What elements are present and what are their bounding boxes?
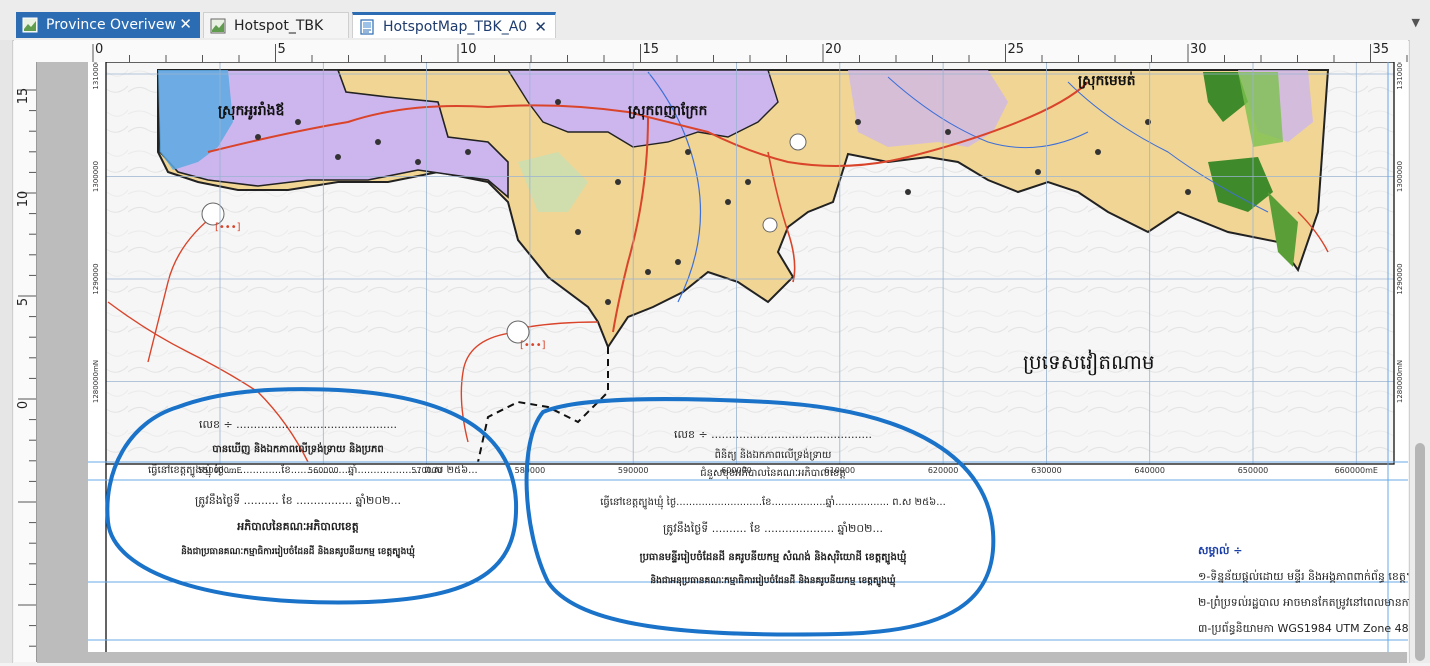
grid-y-label: 1280000mN — [92, 360, 100, 403]
grid-y-label: 1300000 — [1396, 161, 1404, 192]
map-icon — [22, 17, 38, 33]
legend-note-1: ១-ទិន្នន័យផ្តល់ដោយ មន្ទីរ និងអង្គភាពពាក់… — [1198, 570, 1414, 583]
country-label: ប្រទេសវៀតណាម — [1023, 349, 1155, 376]
signature-block-left: លេខ ÷ ..................................… — [148, 418, 478, 559]
place-label: ស្រុកពញាក្រែក — [628, 101, 708, 120]
number-line: លេខ ÷ ..................................… — [674, 428, 872, 441]
ruler-label: 5 — [278, 42, 286, 57]
ellipsis-mark: [•••] — [215, 222, 241, 233]
ruler-label: 0 — [95, 42, 103, 57]
left-gutter — [0, 40, 13, 663]
date-line: ធ្វើនៅខេត្តត្បូងឃ្មុំ ថ្ងៃ..............… — [148, 465, 478, 476]
review-line-2: ជំនួសមុខអភិបាលនៃគណៈអភិបាលខេត្ត — [700, 468, 846, 479]
signer-subtitle: និងជាប្រធានគណៈកម្មាធិការរៀបចំដែនដី និងនគ… — [181, 547, 415, 557]
grid-x-label: 630000 — [1031, 466, 1062, 475]
ruler-label: 15 — [16, 88, 31, 105]
signature-block-right: លេខ ÷ ..................................… — [578, 428, 968, 588]
tab-label: Province Overivew — [46, 17, 176, 33]
tab-province-overview[interactable]: Province Overivew ✕ — [16, 12, 200, 38]
signer-title: ប្រធានមន្ទីររៀបចំដែនដី នគរូបនីយកម្ម សំណង… — [639, 552, 907, 563]
signer-title: អភិបាលនៃគណៈអភិបាលខេត្ត — [237, 520, 359, 533]
vertical-ruler[interactable]: 15 10 5 0 — [14, 62, 37, 662]
ellipsis-mark: [•••] — [520, 340, 546, 351]
legend-note-3: ៣-ប្រព័ន្ធនិយាមកា WGS1984 UTM Zone 48N — [1198, 622, 1417, 635]
grid-y-label: 1310000 — [92, 62, 100, 90]
ruler-label: 25 — [1008, 42, 1025, 57]
scrollbar-thumb[interactable] — [1415, 443, 1425, 661]
date-line-2: ត្រូវនឹងថ្ងៃទី .......... ខែ ...........… — [663, 522, 883, 535]
tab-hotspot-tbk[interactable]: Hotspot_TBK — [203, 12, 349, 38]
vertical-scrollbar[interactable] — [1409, 40, 1430, 663]
signer-subtitle: និងជាអនុប្រធានគណៈកម្មាធិការរៀបចំដែនដី និ… — [650, 576, 896, 586]
number-line: លេខ ÷ ..................................… — [199, 418, 397, 431]
legend-title: សម្គាល់ ÷ — [1198, 544, 1243, 557]
tab-bar: Province Overivew ✕ Hotspot_TBK HotspotM… — [0, 0, 1430, 41]
legend-note-2: ២-ព្រំប្រទល់រដ្ឋបាល អាចមានកែតម្រូវនៅពេលម… — [1198, 596, 1430, 609]
tab-label: Hotspot_TBK — [234, 17, 324, 34]
grid-x-label: 640000 — [1134, 466, 1165, 475]
grid-y-label: 1310000 — [1396, 62, 1404, 90]
ruler-label: 0 — [16, 401, 31, 409]
ruler-corner — [14, 40, 88, 63]
place-label: ស្រុកអូររាំងឪ — [218, 101, 284, 120]
review-line: ពិនិត្យ និងឯកភាពលើទ្រង់ទ្រាយ — [714, 450, 832, 461]
approval-line: បានឃើញ និងឯកភាពលើទ្រង់ទ្រាយ និងប្រភព — [212, 444, 384, 455]
chevron-down-icon[interactable]: ▼ — [1412, 16, 1420, 29]
grid-x-label: 580000 — [515, 466, 546, 475]
ruler-label: 10 — [16, 191, 31, 208]
grid-y-right-labels: 1310000 1300000 1290000 1280000mN — [1396, 58, 1404, 403]
grid-y-left-labels: 1310000 1300000 1290000 1280000mN — [92, 58, 100, 403]
grid-y-label: 1290000 — [92, 263, 100, 294]
date-line: ធ្វើនៅខេត្តត្បូងឃ្មុំ ថ្ងៃ..............… — [600, 497, 946, 508]
ruler-label: 5 — [16, 298, 31, 306]
ruler-label: 35 — [1373, 42, 1390, 57]
grid-y-label: 1290000 — [1396, 263, 1404, 294]
border-checkpoint — [789, 133, 807, 151]
close-icon[interactable]: ✕ — [179, 15, 192, 33]
ruler-label: 20 — [825, 42, 842, 57]
map-icon — [210, 18, 226, 34]
place-label: ស្រុកមេមត់ — [1078, 71, 1136, 90]
ruler-label: 30 — [1190, 42, 1207, 57]
ruler-label: 15 — [643, 42, 660, 57]
tab-hotspotmap-tbk-a0[interactable]: HotspotMap_TBK_A0 ✕ — [352, 12, 556, 38]
grid-x-label: 650000 — [1238, 466, 1269, 475]
border-checkpoint — [762, 217, 778, 233]
layout-icon — [359, 18, 375, 35]
layout-page[interactable]: 550000mE 560000 570000 580000 590000 600000 61… — [88, 58, 1430, 652]
tab-label: HotspotMap_TBK_A0 — [383, 18, 528, 35]
ruler-label: 10 — [460, 42, 477, 57]
grid-y-label: 1300000 — [92, 161, 100, 192]
horizontal-ruler[interactable]: 0 5 10 15 20 25 30 35 — [88, 40, 1408, 63]
grid-x-label: 660000mE — [1335, 466, 1378, 475]
date-line-2: ត្រូវនឹងថ្ងៃទី .......... ខែ ...........… — [195, 494, 401, 507]
grid-y-label: 1280000mN — [1396, 360, 1404, 403]
close-icon[interactable]: ✕ — [534, 18, 547, 36]
